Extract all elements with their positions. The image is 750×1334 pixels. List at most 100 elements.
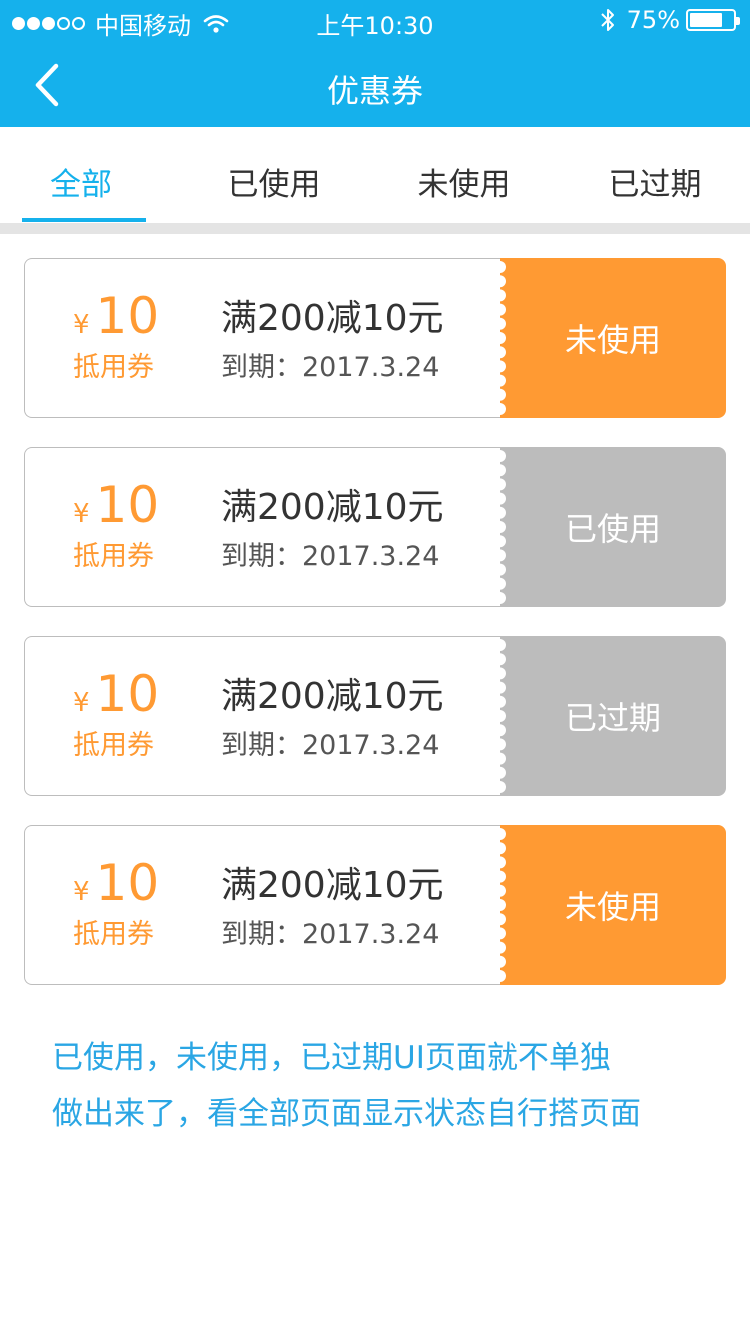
status-bar: 中国移动 上午10:30 75% bbox=[0, 0, 750, 40]
scallop-notch bbox=[494, 766, 506, 779]
bluetooth-icon bbox=[600, 9, 614, 31]
scallop-notch bbox=[494, 332, 506, 344]
battery-icon bbox=[686, 9, 740, 31]
tab-all[interactable]: 全部 bbox=[0, 159, 176, 204]
coupon-body: ¥ 10 抵用券 满200减10元 到期：2017.3.24 bbox=[24, 447, 504, 607]
coupon-amount: ¥ 10 bbox=[73, 287, 159, 345]
scallop-notch bbox=[494, 450, 506, 462]
coupon-amount: ¥ 10 bbox=[73, 854, 159, 912]
scallop-notch bbox=[494, 388, 506, 401]
scallop-notch bbox=[494, 403, 506, 415]
tab-bar: 全部 已使用 未使用 已过期 bbox=[0, 127, 750, 223]
scallop-edge bbox=[490, 449, 506, 605]
scallop-notch bbox=[494, 955, 506, 968]
coupon-status-button[interactable]: 已过期 bbox=[500, 636, 726, 796]
scallop-notch bbox=[494, 899, 506, 911]
scallop-notch bbox=[494, 275, 506, 288]
active-tab-indicator bbox=[22, 218, 146, 222]
coupon-name: 满200减10元 bbox=[221, 487, 444, 528]
scallop-notch bbox=[494, 884, 506, 897]
scallop-notch bbox=[494, 549, 506, 562]
coupon-type: 抵用券 bbox=[73, 730, 154, 761]
coupon-body: ¥ 10 抵用券 满200减10元 到期：2017.3.24 bbox=[24, 825, 504, 985]
scallop-edge bbox=[490, 638, 506, 794]
scallop-notch bbox=[494, 941, 506, 954]
tab-expired[interactable]: 已过期 bbox=[560, 159, 750, 204]
tab-unused[interactable]: 未使用 bbox=[369, 159, 559, 204]
scallop-notch bbox=[494, 261, 506, 273]
currency-symbol: ¥ bbox=[73, 499, 90, 529]
coupon-body: ¥ 10 抵用券 满200减10元 到期：2017.3.24 bbox=[24, 636, 504, 796]
scallop-notch bbox=[494, 738, 506, 751]
app-header: 中国移动 上午10:30 75% 优惠券 bbox=[0, 0, 750, 127]
battery-cap bbox=[736, 17, 740, 25]
note-line: 做出来了，看全部页面显示状态自行搭页面 bbox=[52, 1096, 641, 1132]
battery-percent: 75% bbox=[626, 6, 680, 34]
scallop-notch bbox=[494, 667, 506, 680]
battery-level bbox=[690, 13, 722, 27]
currency-symbol: ¥ bbox=[73, 310, 90, 340]
coupon-name: 满200减10元 bbox=[221, 298, 444, 339]
currency-symbol: ¥ bbox=[73, 877, 90, 907]
coupon-status-button[interactable]: 未使用 bbox=[500, 825, 726, 985]
scallop-notch bbox=[494, 289, 506, 302]
scallop-notch bbox=[494, 710, 506, 722]
scallop-notch bbox=[494, 856, 506, 869]
scallop-notch bbox=[494, 842, 506, 855]
coupon-status-button[interactable]: 未使用 bbox=[500, 258, 726, 418]
scallop-notch bbox=[494, 828, 506, 840]
coupon-body: ¥ 10 抵用券 满200减10元 到期：2017.3.24 bbox=[24, 258, 504, 418]
scallop-notch bbox=[494, 752, 506, 765]
amount-value: 10 bbox=[95, 854, 160, 912]
coupon-type: 抵用券 bbox=[73, 352, 154, 383]
coupon-card[interactable]: ¥ 10 抵用券 满200减10元 到期：2017.3.24 已过期 bbox=[24, 636, 726, 796]
coupon-card[interactable]: ¥ 10 抵用券 满200减10元 到期：2017.3.24 未使用 bbox=[24, 825, 726, 985]
currency-symbol: ¥ bbox=[73, 688, 90, 718]
scallop-notch bbox=[494, 563, 506, 576]
scallop-notch bbox=[494, 521, 506, 533]
coupon-name: 满200减10元 bbox=[221, 865, 444, 906]
coupon-expiry: 到期：2017.3.24 bbox=[221, 730, 440, 761]
coupon-card[interactable]: ¥ 10 抵用券 满200减10元 到期：2017.3.24 未使用 bbox=[24, 258, 726, 418]
coupon-amount: ¥ 10 bbox=[73, 665, 159, 723]
design-note: 已使用，未使用，已过期UI页面就不单独 做出来了，看全部页面显示状态自行搭页面 bbox=[52, 1030, 722, 1142]
scallop-notch bbox=[494, 506, 506, 519]
coupon-card[interactable]: ¥ 10 抵用券 满200减10元 到期：2017.3.24 已使用 bbox=[24, 447, 726, 607]
scallop-notch bbox=[494, 535, 506, 548]
note-line: 已使用，未使用，已过期UI页面就不单独 bbox=[52, 1040, 611, 1076]
scallop-notch bbox=[494, 724, 506, 737]
coupon-type: 抵用券 bbox=[73, 919, 154, 950]
coupon-name: 满200减10元 bbox=[221, 676, 444, 717]
scallop-notch bbox=[494, 870, 506, 883]
scallop-notch bbox=[494, 695, 506, 708]
amount-value: 10 bbox=[95, 287, 160, 345]
scallop-notch bbox=[494, 781, 506, 793]
scallop-notch bbox=[494, 577, 506, 590]
scallop-notch bbox=[494, 464, 506, 477]
scallop-notch bbox=[494, 317, 506, 330]
scallop-notch bbox=[494, 360, 506, 373]
scallop-notch bbox=[494, 374, 506, 387]
coupon-expiry: 到期：2017.3.24 bbox=[221, 919, 440, 950]
scallop-notch bbox=[494, 970, 506, 982]
scallop-notch bbox=[494, 478, 506, 491]
coupon-type: 抵用券 bbox=[73, 541, 154, 572]
amount-value: 10 bbox=[95, 476, 160, 534]
scallop-edge bbox=[490, 827, 506, 983]
scallop-notch bbox=[494, 592, 506, 604]
scallop-notch bbox=[494, 492, 506, 505]
scallop-notch bbox=[494, 346, 506, 359]
coupon-status-button[interactable]: 已使用 bbox=[500, 447, 726, 607]
scallop-notch bbox=[494, 303, 506, 316]
scallop-notch bbox=[494, 927, 506, 940]
scallop-notch bbox=[494, 653, 506, 666]
coupon-expiry: 到期：2017.3.24 bbox=[221, 541, 440, 572]
status-right: 75% bbox=[599, 6, 740, 34]
scallop-notch bbox=[494, 681, 506, 694]
coupon-amount: ¥ 10 bbox=[73, 476, 159, 534]
scallop-notch bbox=[494, 639, 506, 651]
amount-value: 10 bbox=[95, 665, 160, 723]
tab-used[interactable]: 已使用 bbox=[179, 159, 369, 204]
scallop-edge bbox=[490, 260, 506, 416]
page-title: 优惠券 bbox=[326, 72, 423, 110]
